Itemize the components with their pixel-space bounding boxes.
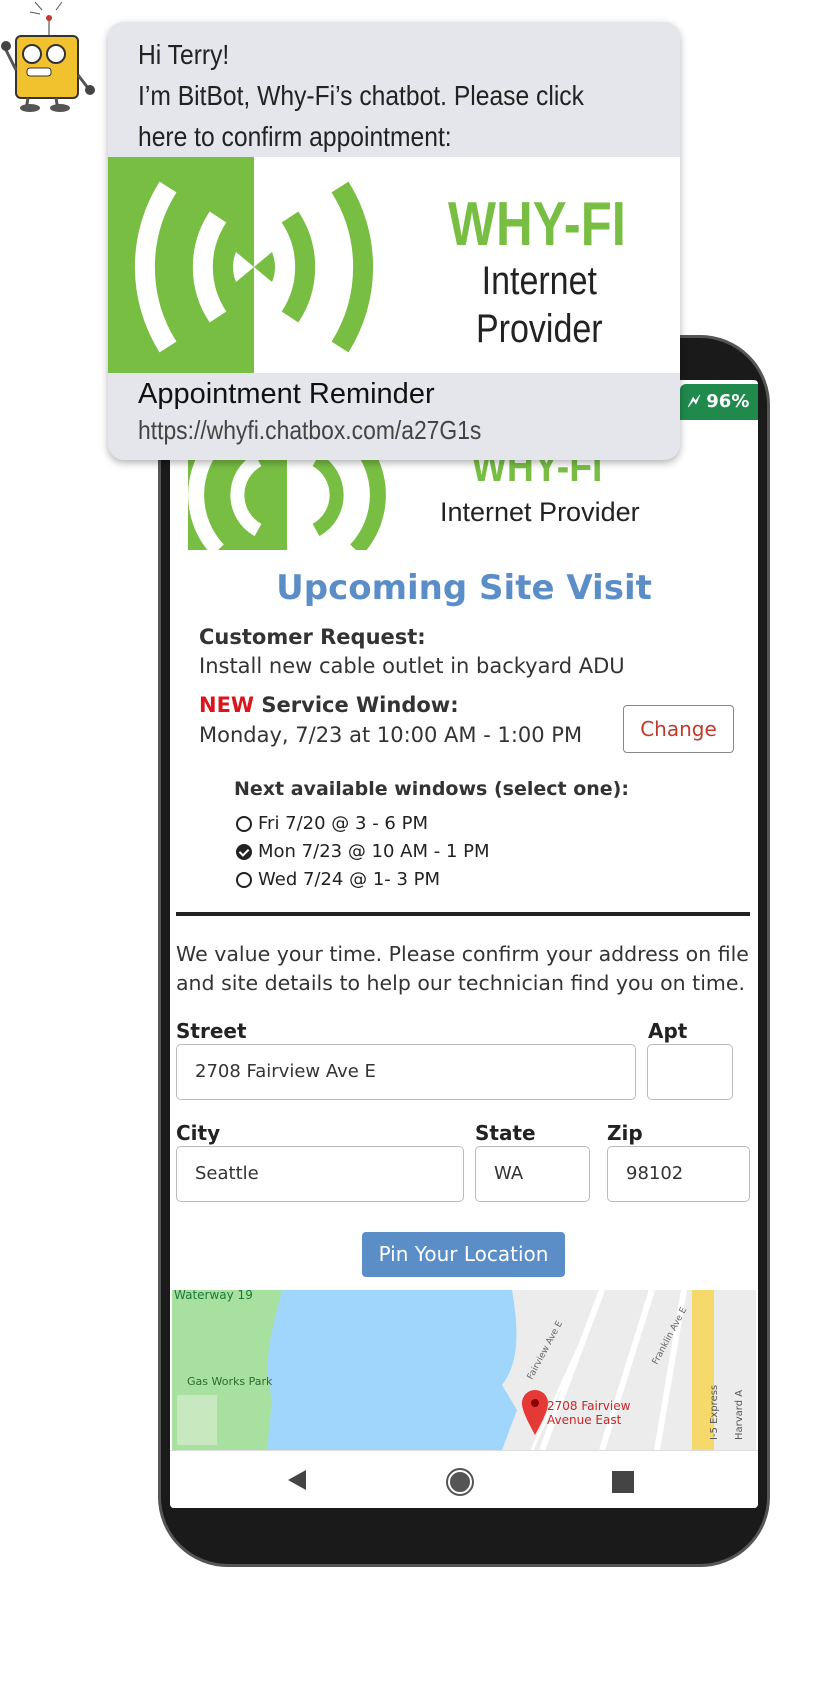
radio-icon[interactable] [236,815,252,832]
battery-indicator: 🗲 96% [680,384,758,420]
map-label: Harvard A [734,1390,745,1440]
map-label: Waterway 19 [174,1290,253,1302]
option-wed[interactable]: Wed 7/24 @ 1- 3 PM [236,869,440,890]
chat-greeting: Hi Terry! [138,39,230,70]
option-mon[interactable]: Mon 7/23 @ 10 AM - 1 PM [236,841,490,862]
battery-icon: 🗲 [688,391,707,412]
request-value: Install new cable outlet in backyard ADU [199,654,625,678]
android-nav-bar [170,1450,758,1508]
card-brand: WHY-FI [448,190,626,259]
zip-label: Zip [607,1121,643,1145]
change-button[interactable]: Change [623,705,734,753]
city-label: City [176,1121,221,1145]
brand-tagline: Internet Provider [440,497,640,527]
option-label: Fri 7/20 @ 3 - 6 PM [258,813,428,834]
chat-line: here to confirm appointment: [138,121,452,152]
radio-icon[interactable] [236,871,252,888]
apt-input[interactable] [647,1044,733,1100]
state-label: State [475,1121,536,1145]
options-title: Next available windows (select one): [234,778,629,800]
option-fri[interactable]: Fri 7/20 @ 3 - 6 PM [236,813,428,834]
window-value: Monday, 7/23 at 10:00 AM - 1:00 PM [199,723,583,747]
card-tagline: Internet Provider [476,257,603,353]
zip-input[interactable]: 98102 [607,1146,750,1202]
wifi-logo-icon [134,181,374,353]
bitbot-avatar [1,1,95,112]
tagline-line: Provider [476,307,603,351]
window-label: Service Window: [261,693,459,717]
svg-text:Avenue East: Avenue East [547,1413,622,1427]
card-title: Appointment Reminder [138,378,435,410]
apt-label: Apt [648,1019,688,1043]
state-input[interactable]: WA [475,1146,590,1202]
map-label: I-5 Express [709,1385,720,1440]
chat-bubble[interactable]: Hi Terry! I’m BitBot, Why-Fi’s chatbot. … [108,22,680,460]
new-badge: NEW [199,693,255,717]
tagline-line: Internet [481,259,597,303]
link-preview-card[interactable]: WHY-FI Internet Provider [108,157,680,373]
chat-message: Hi Terry! I’m BitBot, Why-Fi’s chatbot. … [138,34,584,157]
radio-checked-icon[interactable] [236,843,252,860]
back-icon[interactable] [288,1470,306,1490]
request-label: Customer Request: [199,625,426,649]
page-title: Upcoming Site Visit [276,568,652,608]
street-input[interactable]: 2708 Fairview Ave E [176,1044,636,1100]
map-marker-label: 2708 Fairview [547,1399,631,1413]
chat-line: I’m BitBot, Why-Fi’s chatbot. Please cli… [138,80,584,111]
intro-text: We value your time. Please confirm your … [176,942,749,995]
battery-level: 96% [706,391,750,412]
map-label: Gas Works Park [187,1375,273,1388]
option-label: Wed 7/24 @ 1- 3 PM [258,869,441,890]
pin-location-button[interactable]: Pin Your Location [362,1232,565,1277]
divider [176,912,750,916]
city-input[interactable]: Seattle [176,1146,464,1202]
recents-icon[interactable] [612,1471,634,1493]
street-label: Street [176,1019,247,1043]
option-label: Mon 7/23 @ 10 AM - 1 PM [258,841,490,862]
card-url[interactable]: https://whyfi.chatbox.com/a27G1s [138,415,481,446]
map[interactable]: Waterway 19 Gas Works Park Fairview Ave … [172,1290,756,1450]
home-icon[interactable] [448,1470,472,1494]
phone-screen: 🗲 96% WHY-FI Internet Provider Upcoming … [170,380,758,1508]
